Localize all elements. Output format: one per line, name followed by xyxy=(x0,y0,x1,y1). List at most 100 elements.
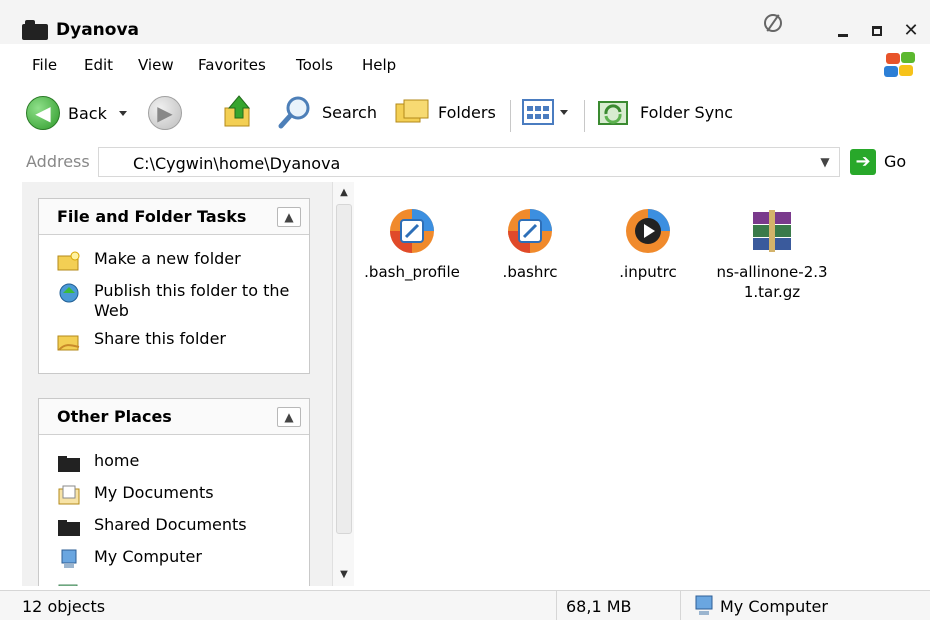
my-computer-icon xyxy=(695,595,713,615)
collapse-button[interactable]: ▲ xyxy=(277,207,301,227)
status-location: My Computer xyxy=(720,597,828,616)
document-edit-icon xyxy=(505,206,555,256)
folders-icon xyxy=(395,99,429,123)
address-input[interactable]: C:\Cygwin\home\Dyanova ▼ xyxy=(98,147,840,177)
task-pane: File and Folder Tasks ▲ Make a new folde… xyxy=(22,182,332,586)
place-shared-documents[interactable]: Shared Documents xyxy=(39,515,309,536)
toolbar: ◀ Back ▶ Search Folders Folder Sync xyxy=(0,88,930,140)
file-name: .bashrc xyxy=(502,263,558,281)
scroll-down-icon[interactable]: ▼ xyxy=(337,568,351,582)
other-places-panel: Other Places ▲ home My Documents Shared … xyxy=(38,398,310,586)
forward-arrow-icon: ▶ xyxy=(148,96,182,130)
go-arrow-icon[interactable]: ➔ xyxy=(850,149,876,175)
task-label: Share this folder xyxy=(94,329,226,348)
vertical-scrollbar[interactable]: ▲ ▼ xyxy=(332,182,354,586)
search-label: Search xyxy=(322,102,377,122)
scroll-thumb[interactable] xyxy=(336,204,352,534)
status-object-count: 12 objects xyxy=(22,597,106,616)
document-edit-icon xyxy=(387,206,437,256)
status-bar: 12 objects 68,1 MB My Computer xyxy=(0,590,930,620)
task-make-new-folder[interactable]: Make a new folder xyxy=(39,249,309,271)
toolbar-separator xyxy=(584,100,585,132)
panel-title: File and Folder Tasks xyxy=(57,207,247,226)
folder-sync-icon xyxy=(598,101,628,125)
file-name: .bash_profile xyxy=(364,263,460,281)
task-share-folder[interactable]: Share this folder xyxy=(39,329,309,351)
shared-folder-icon xyxy=(58,520,80,536)
collapse-button[interactable]: ▲ xyxy=(277,407,301,427)
file-name: .inputrc xyxy=(619,263,677,281)
folders-button[interactable]: Folders xyxy=(394,96,496,128)
menu-file[interactable]: File xyxy=(32,56,57,74)
back-label: Back xyxy=(68,103,107,123)
minimize-button[interactable] xyxy=(832,20,854,42)
place-label: Shared Documents xyxy=(94,515,247,534)
publish-web-icon xyxy=(59,283,79,303)
up-folder-icon xyxy=(224,95,251,127)
up-folder-button[interactable] xyxy=(222,94,256,130)
task-label: Publish this folder to the Web xyxy=(94,281,290,320)
status-separator xyxy=(556,591,557,620)
back-dropdown-icon[interactable] xyxy=(118,110,127,116)
close-button[interactable]: ✕ xyxy=(900,20,922,42)
address-dropdown-icon[interactable]: ▼ xyxy=(817,154,833,170)
task-publish-folder[interactable]: Publish this folder to the Web xyxy=(39,281,309,321)
go-button[interactable]: Go xyxy=(884,152,906,171)
scroll-up-icon[interactable]: ▲ xyxy=(337,186,351,200)
file-folder-tasks-header[interactable]: File and Folder Tasks ▲ xyxy=(39,199,309,235)
toolbar-separator xyxy=(510,100,511,132)
my-computer-icon xyxy=(61,549,77,568)
views-button[interactable] xyxy=(522,98,568,126)
views-dropdown-icon[interactable] xyxy=(560,109,568,115)
search-icon xyxy=(278,96,310,129)
menu-tools[interactable]: Tools xyxy=(296,56,333,74)
forward-button[interactable]: ▶ xyxy=(148,96,182,130)
my-documents-icon xyxy=(58,485,80,505)
file-folder-tasks-panel: File and Folder Tasks ▲ Make a new folde… xyxy=(38,198,310,374)
status-size: 68,1 MB xyxy=(566,597,632,616)
search-button[interactable]: Search xyxy=(278,94,377,130)
file-name: ns-allinone-2.31.tar.gz xyxy=(716,263,828,301)
place-home[interactable]: home xyxy=(39,451,309,472)
task-label: Make a new folder xyxy=(94,249,241,268)
file-item[interactable]: ns-allinone-2.31.tar.gz xyxy=(714,206,830,302)
panel-title: Other Places xyxy=(57,407,172,426)
network-places-icon xyxy=(58,584,78,586)
folder-sync-label: Folder Sync xyxy=(640,102,734,122)
views-icon xyxy=(522,99,554,125)
file-item[interactable]: .bashrc xyxy=(472,206,588,282)
menu-edit[interactable]: Edit xyxy=(84,56,113,74)
address-label: Address xyxy=(26,152,90,171)
place-label: My Computer xyxy=(94,547,202,566)
address-bar: Address C:\Cygwin\home\Dyanova ▼ ➔ Go xyxy=(0,146,930,178)
file-list: .bash_profile .bashrc .inputrc ns-allino… xyxy=(354,182,930,586)
file-item[interactable]: .bash_profile xyxy=(354,206,470,282)
folders-label: Folders xyxy=(438,102,496,122)
menu-bar: File Edit View Favorites Tools Help xyxy=(0,50,930,78)
address-value: C:\Cygwin\home\Dyanova xyxy=(133,154,341,173)
media-player-icon xyxy=(623,206,673,256)
menu-view[interactable]: View xyxy=(138,56,174,74)
maximize-button[interactable] xyxy=(866,20,888,42)
status-separator xyxy=(680,591,681,620)
folder-sync-button[interactable]: Folder Sync xyxy=(596,94,733,130)
title-bar: Dyanova ✕ xyxy=(0,0,930,44)
back-arrow-icon: ◀ xyxy=(26,96,60,130)
window-title: Dyanova xyxy=(56,20,139,40)
do-not-disturb-icon xyxy=(764,14,782,32)
share-folder-icon xyxy=(57,335,80,351)
menu-help[interactable]: Help xyxy=(362,56,396,74)
back-button[interactable]: ◀ Back xyxy=(26,96,127,130)
place-my-computer[interactable]: My Computer xyxy=(39,547,309,568)
place-label: home xyxy=(94,451,140,470)
winrar-archive-icon xyxy=(747,206,797,256)
place-label: My Documents xyxy=(94,483,214,502)
folder-icon xyxy=(22,20,48,40)
other-places-header[interactable]: Other Places ▲ xyxy=(39,399,309,435)
menu-favorites[interactable]: Favorites xyxy=(198,56,266,74)
new-folder-icon xyxy=(57,251,80,271)
file-item[interactable]: .inputrc xyxy=(590,206,706,282)
folder-icon xyxy=(58,456,80,472)
windows-logo-icon xyxy=(884,52,916,78)
place-my-documents[interactable]: My Documents xyxy=(39,483,309,505)
